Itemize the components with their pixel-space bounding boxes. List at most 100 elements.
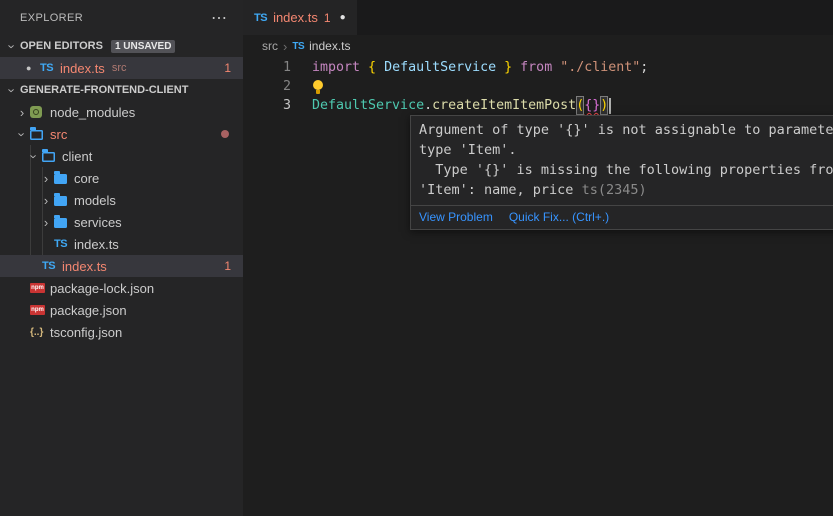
tab-bar: TS index.ts 1 ● bbox=[243, 0, 833, 35]
token-service-class: DefaultService bbox=[312, 96, 424, 115]
tree-item-label: core bbox=[74, 171, 99, 186]
folder-open-icon bbox=[30, 130, 43, 140]
breadcrumb-item-file[interactable]: index.ts bbox=[309, 39, 350, 53]
code-line-2: 2 bbox=[243, 77, 833, 96]
tooltip-message-line: 'Item': name, price ts(2345) bbox=[419, 180, 833, 200]
explorer-title: EXPLORER bbox=[20, 12, 207, 24]
chevron-right-icon[interactable]: › bbox=[14, 105, 30, 120]
breadcrumb: src › TS index.ts bbox=[243, 35, 833, 57]
code-line-1: 1 import { DefaultService } from "./clie… bbox=[243, 58, 833, 77]
chevron-right-icon[interactable]: › bbox=[38, 215, 54, 230]
chevron-down-icon[interactable]: › bbox=[15, 126, 30, 142]
tree-item-tsconfig-json[interactable]: {..} tsconfig.json bbox=[0, 321, 243, 343]
tree-item-models[interactable]: › models bbox=[0, 189, 243, 211]
ts-icon: TS bbox=[40, 62, 53, 74]
lightbulb-icon[interactable] bbox=[312, 80, 324, 95]
tree-item-label: src bbox=[50, 127, 67, 142]
tree-item-services[interactable]: › services bbox=[0, 211, 243, 233]
braces-config-icon: {..} bbox=[30, 327, 43, 338]
breadcrumb-separator-icon: › bbox=[283, 39, 287, 54]
npm-icon: npm bbox=[30, 305, 45, 315]
folder-icon bbox=[54, 218, 67, 228]
tree-item-label: package.json bbox=[50, 303, 127, 318]
project-label: GENERATE-FRONTEND-CLIENT bbox=[20, 84, 188, 96]
token-close-paren-bracket-match: ) bbox=[600, 96, 608, 115]
explorer-sidebar: EXPLORER ⋯ › OPEN EDITORS 1 UNSAVED ● TS… bbox=[0, 0, 243, 516]
error-count-badge: 1 bbox=[224, 259, 231, 273]
tree-item-label: models bbox=[74, 193, 116, 208]
ts-icon: TS bbox=[54, 238, 67, 250]
diagnostic-code: ts(2345) bbox=[582, 182, 647, 198]
tree-item-package-json[interactable]: npm package.json bbox=[0, 299, 243, 321]
line-number: 3 bbox=[243, 96, 291, 115]
tab-modified-dot-icon[interactable]: ● bbox=[340, 12, 346, 23]
line-number: 1 bbox=[243, 58, 291, 77]
tree-item-label: tsconfig.json bbox=[50, 325, 122, 340]
token-method: createItemItemPost bbox=[432, 96, 576, 115]
tree-item-label: client bbox=[62, 149, 92, 164]
tooltip-message: Argument of type '{}' is not assignable … bbox=[411, 116, 833, 205]
tooltip-message-line: Argument of type '{}' is not assignable … bbox=[419, 120, 833, 140]
tooltip-message-line: type 'Item'. bbox=[419, 140, 833, 160]
chevron-down-icon[interactable]: › bbox=[27, 148, 42, 164]
tree-item-label: package-lock.json bbox=[50, 281, 154, 296]
node-modules-folder-icon bbox=[30, 106, 42, 118]
open-editor-item[interactable]: ● TS index.ts src 1 bbox=[0, 57, 243, 79]
line-number: 2 bbox=[243, 77, 291, 96]
tree-item-node-modules[interactable]: › node_modules bbox=[0, 101, 243, 123]
tree-item-label: node_modules bbox=[50, 105, 135, 120]
breadcrumb-item-src[interactable]: src bbox=[262, 39, 278, 53]
ts-icon: TS bbox=[292, 41, 304, 52]
tree-item-src[interactable]: › src bbox=[0, 123, 243, 145]
error-tooltip: Argument of type '{}' is not assignable … bbox=[410, 115, 833, 230]
tree-item-label: index.ts bbox=[62, 259, 107, 274]
explorer-title-bar: EXPLORER ⋯ bbox=[0, 0, 243, 35]
tooltip-message-line: Type '{}' is missing the following prope… bbox=[419, 160, 833, 180]
ts-icon: TS bbox=[254, 12, 267, 24]
token-keyword-import: import bbox=[312, 58, 368, 77]
chevron-right-icon[interactable]: › bbox=[38, 171, 54, 186]
tree-item-core[interactable]: › core bbox=[0, 167, 243, 189]
quick-fix-link[interactable]: Quick Fix... (Ctrl+.) bbox=[509, 210, 609, 224]
tree-item-client-index-ts[interactable]: TS index.ts bbox=[0, 233, 243, 255]
folder-icon bbox=[54, 196, 67, 206]
more-actions-icon[interactable]: ⋯ bbox=[207, 8, 231, 28]
section-project[interactable]: › GENERATE-FRONTEND-CLIENT bbox=[0, 79, 243, 101]
chevron-right-icon[interactable]: › bbox=[38, 193, 54, 208]
editor-group: TS index.ts 1 ● src › TS index.ts 1 impo… bbox=[243, 0, 833, 516]
token-dot: . bbox=[424, 96, 432, 115]
token-keyword-from: from bbox=[520, 58, 560, 77]
code-editor[interactable]: 1 import { DefaultService } from "./clie… bbox=[243, 58, 833, 115]
error-count-badge: 1 bbox=[224, 61, 231, 75]
token-module-string: "./client" bbox=[560, 58, 640, 77]
text-cursor bbox=[609, 98, 611, 114]
ts-icon: TS bbox=[42, 260, 55, 272]
file-tree: › node_modules › src › client › core › m… bbox=[0, 101, 243, 343]
modified-dot-badge bbox=[221, 130, 229, 138]
tree-item-src-index-ts[interactable]: TS index.ts 1 bbox=[0, 255, 243, 277]
tab-error-count: 1 bbox=[324, 11, 331, 25]
unsaved-badge: 1 UNSAVED bbox=[111, 40, 176, 53]
tooltip-actions: View Problem Quick Fix... (Ctrl+.) bbox=[411, 205, 833, 229]
view-problem-link[interactable]: View Problem bbox=[419, 210, 493, 224]
folder-open-icon bbox=[42, 152, 55, 162]
token-named-import: DefaultService bbox=[384, 58, 496, 77]
token-close-brace: } bbox=[496, 58, 520, 77]
modified-dot-icon[interactable]: ● bbox=[26, 63, 40, 73]
chevron-down-icon[interactable]: › bbox=[5, 82, 20, 98]
token-open-brace: { bbox=[368, 58, 384, 77]
token-semicolon: ; bbox=[640, 58, 648, 77]
tree-item-label: index.ts bbox=[74, 237, 119, 252]
tree-item-package-lock-json[interactable]: npm package-lock.json bbox=[0, 277, 243, 299]
token-open-paren-bracket-match: ( bbox=[576, 96, 584, 115]
npm-icon: npm bbox=[30, 283, 45, 293]
tooltip-message-text: 'Item': name, price bbox=[419, 182, 582, 198]
tree-item-client[interactable]: › client bbox=[0, 145, 243, 167]
section-open-editors[interactable]: › OPEN EDITORS 1 UNSAVED bbox=[0, 35, 243, 57]
open-editors-label: OPEN EDITORS bbox=[20, 40, 103, 52]
chevron-down-icon[interactable]: › bbox=[5, 38, 20, 54]
code-line-3: 3 DefaultService.createItemItemPost({}) bbox=[243, 96, 833, 115]
open-editor-file-description: src bbox=[112, 62, 127, 74]
token-error-argument: {} bbox=[584, 96, 600, 115]
tab-index-ts[interactable]: TS index.ts 1 ● bbox=[243, 0, 357, 35]
